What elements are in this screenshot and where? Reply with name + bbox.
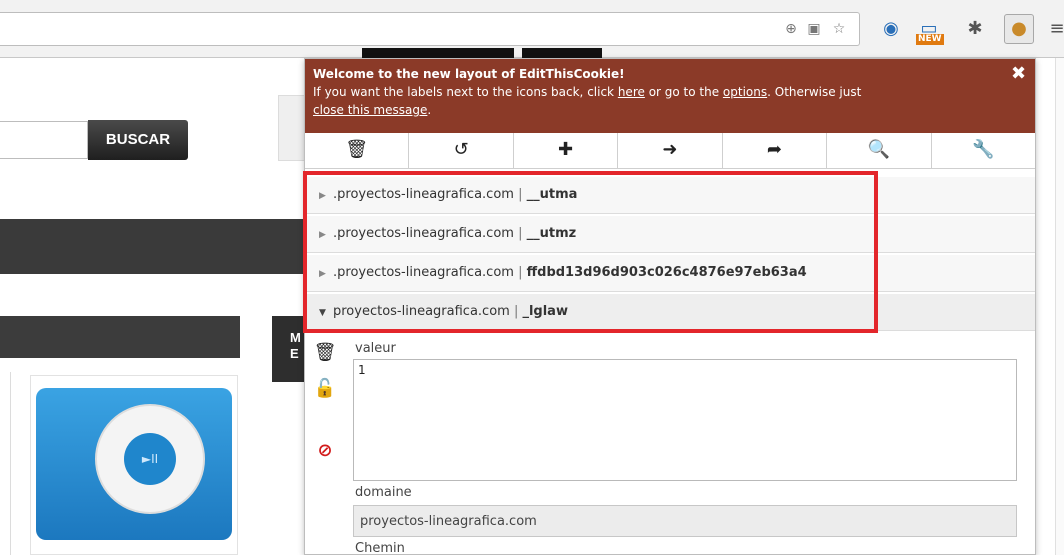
cookie-domain-field[interactable] (353, 505, 1017, 537)
here-link[interactable]: here (618, 85, 645, 99)
close-icon[interactable]: ✖ (1011, 65, 1026, 83)
banner-text: If you want the labels next to the icons… (313, 83, 1027, 119)
new-badge: NEW (916, 34, 944, 45)
bug-extension-icon[interactable]: ✱ (962, 16, 988, 42)
banner-text-part: . (427, 103, 432, 117)
cookie-icon: ● (1011, 18, 1027, 39)
reset-icon[interactable]: ↺ (409, 133, 514, 168)
menu-icon[interactable]: ≡ (1044, 16, 1064, 42)
cookie-extension-button[interactable]: ● (1004, 14, 1034, 44)
divider (10, 372, 11, 555)
welcome-banner: Welcome to the new layout of EditThisCoo… (305, 59, 1035, 133)
address-bar[interactable] (0, 12, 860, 46)
page-nav-band (0, 219, 305, 274)
block-icon[interactable]: ⊘ (313, 439, 337, 463)
search-button[interactable]: BUSCAR (88, 120, 188, 160)
page-search-input[interactable] (0, 121, 88, 159)
scroll-gutter (1055, 58, 1064, 555)
globe-extension-icon[interactable]: ◉ (878, 16, 904, 42)
banner-text-part: or go to the (644, 85, 723, 99)
zoom-icon[interactable]: ⊕ (782, 20, 800, 38)
options-link[interactable]: options (723, 85, 767, 99)
cookie-value-field[interactable]: 1 (353, 359, 1017, 481)
page-action-icon[interactable]: ▣ (805, 20, 823, 38)
delete-cookie-icon[interactable]: 🗑 (313, 341, 337, 365)
page-side-panel (278, 95, 305, 161)
banner-text-part: If you want the labels next to the icons… (313, 85, 618, 99)
value-label: valeur (355, 341, 396, 356)
highlight-box (303, 171, 878, 333)
banner-title: Welcome to the new layout of EditThisCoo… (313, 67, 625, 81)
delete-all-icon[interactable]: 🗑 (305, 133, 410, 168)
domain-label: domaine (355, 485, 412, 500)
bookmark-star-icon[interactable]: ☆ (830, 20, 848, 38)
settings-wrench-icon[interactable]: 🔧 (932, 133, 1035, 168)
unlock-icon[interactable]: 🔓 (313, 377, 337, 401)
cookie-action-bar: 🗑 ↺ ✚ ➜ ➦ 🔍 🔧 (305, 133, 1035, 169)
export-icon[interactable]: ➦ (723, 133, 828, 168)
side-header-text: M E (290, 330, 301, 361)
add-icon[interactable]: ✚ (514, 133, 619, 168)
path-label: Chemin (355, 541, 405, 555)
page-section-header (0, 316, 240, 358)
close-message-link[interactable]: close this message (313, 103, 427, 117)
ipod-play-icon: ►II (124, 433, 176, 485)
banner-text-part: . Otherwise just (767, 85, 862, 99)
search-icon[interactable]: 🔍 (827, 133, 932, 168)
import-icon[interactable]: ➜ (618, 133, 723, 168)
